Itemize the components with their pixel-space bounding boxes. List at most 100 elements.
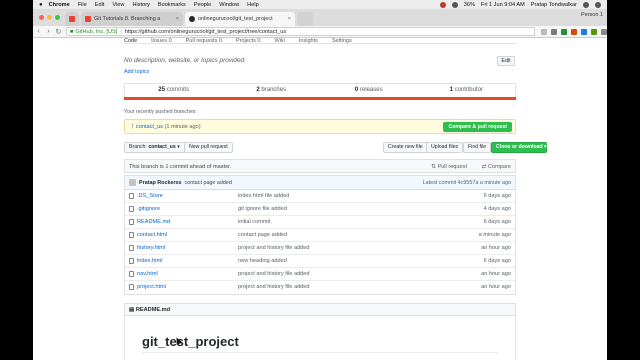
table-row[interactable]: nav.html project and history file added …	[125, 268, 515, 281]
latest-commit-info[interactable]: Latest commit 4c9557a a minute ago	[423, 180, 511, 186]
file-commit-message[interactable]: new heading added	[238, 258, 287, 264]
file-commit-message[interactable]: git ignore file added	[238, 206, 287, 212]
record-icon[interactable]	[439, 1, 446, 8]
apple-icon[interactable]: ●	[39, 2, 43, 8]
extension-icon[interactable]	[581, 28, 588, 35]
clone-download-button[interactable]: Clone or download ▾	[491, 142, 547, 153]
star-icon[interactable]	[541, 28, 548, 35]
file-commit-message[interactable]: project and history file added	[238, 284, 310, 290]
find-file-button[interactable]: Find file	[463, 142, 492, 153]
menu-help[interactable]: Help	[247, 2, 259, 8]
tab-git-tutorials[interactable]: Git Tutorials 8. Branching a ×	[81, 12, 183, 26]
menu-chrome[interactable]: Chrome	[49, 2, 70, 8]
pull-request-link[interactable]: ⇅ Pull request	[431, 164, 467, 170]
clock[interactable]: Fri 1 Jun 9:04 AM	[481, 2, 525, 8]
table-row[interactable]: index.html new heading added 6 days ago	[125, 255, 515, 268]
readme-divider	[142, 352, 498, 353]
file-name[interactable]: .gitignore	[137, 206, 160, 212]
file-name[interactable]: README.md	[137, 219, 170, 225]
table-row[interactable]: history.html project and history file ad…	[125, 242, 515, 255]
more-menu-icon[interactable]	[601, 28, 607, 35]
contributors-link[interactable]: 1 contributor	[418, 84, 516, 97]
battery-label[interactable]: 36%	[464, 2, 475, 8]
url-text[interactable]: https://github.com/onlinegurucool/git_te…	[125, 29, 286, 35]
add-topics-link[interactable]: Add topics	[124, 69, 149, 75]
language-bar[interactable]	[124, 97, 516, 100]
compare-pull-request-button[interactable]: Compare & pull request	[443, 122, 512, 132]
menu-bookmarks[interactable]: Bookmarks	[158, 2, 186, 8]
tab-settings[interactable]: Settings	[332, 38, 352, 44]
file-age: an hour ago	[481, 284, 511, 290]
file-name[interactable]: index.html	[137, 258, 163, 264]
upload-files-button[interactable]: Upload files	[426, 142, 464, 153]
table-row[interactable]: contact.html contact page added a minute…	[125, 229, 515, 242]
pushed-branch-name[interactable]: contact_us	[136, 124, 163, 130]
menu-list-icon[interactable]	[595, 1, 601, 8]
file-age: a minute ago	[478, 232, 511, 238]
commit-author[interactable]: Pratap Rockerss contact page added	[139, 180, 232, 186]
address-bar[interactable]: ■ GitHub, Inc. [US] | https://github.com…	[65, 27, 536, 36]
file-commit-message[interactable]: project and history file added	[238, 271, 310, 277]
menu-view[interactable]: View	[112, 2, 124, 8]
new-tab-button[interactable]	[297, 12, 313, 26]
compare-link[interactable]: ⇄ Compare	[482, 164, 511, 170]
tab-wiki[interactable]: Wiki	[275, 38, 285, 44]
file-icon	[129, 193, 134, 199]
menu-history[interactable]: History	[132, 2, 149, 8]
file-name[interactable]: history.html	[137, 245, 165, 251]
close-window-icon[interactable]	[39, 15, 44, 20]
commit-message[interactable]: contact page added	[185, 180, 232, 186]
reload-icon[interactable]: ↻	[54, 28, 63, 36]
table-row[interactable]: .gitignore git ignore file added 4 days …	[125, 203, 515, 216]
profile-button[interactable]: Person 1	[581, 12, 603, 18]
tab-pinned[interactable]	[65, 12, 79, 26]
menu-people[interactable]: People	[194, 2, 211, 8]
table-row[interactable]: README.md initial commit 6 days ago	[125, 216, 515, 229]
tab-issues[interactable]: Issues 0	[151, 38, 171, 44]
edit-button[interactable]: Edit	[497, 56, 515, 66]
extension-icon[interactable]	[591, 28, 598, 35]
extension-icon[interactable]	[561, 28, 568, 35]
menu-edit[interactable]: Edit	[95, 2, 105, 8]
tab-github[interactable]: onlinegurucool/git_test_project ×	[185, 12, 295, 26]
table-row[interactable]: .DS_Store index html file added 6 days a…	[125, 190, 515, 203]
create-new-file-button[interactable]: Create new file	[383, 142, 428, 153]
user-name[interactable]: Pratap Tondwalkar	[531, 2, 577, 8]
branches-link[interactable]: 2 branches	[223, 84, 321, 97]
file-commit-message[interactable]: initial commit	[238, 219, 270, 225]
tab-label: onlinegurucool/git_test_project	[198, 16, 273, 22]
tab-insights[interactable]: Insights	[299, 38, 318, 44]
search-icon[interactable]	[583, 1, 589, 8]
readme-filename[interactable]: README.md	[136, 307, 170, 313]
file-name[interactable]: project.html	[137, 284, 166, 290]
wifi-icon[interactable]	[451, 1, 458, 8]
commits-link[interactable]: 25 commits	[125, 84, 223, 97]
table-row[interactable]: project.html project and history file ad…	[125, 281, 515, 294]
branch-select[interactable]: Branch: contact_us ▾	[124, 142, 185, 153]
releases-link[interactable]: 0 releases	[320, 84, 418, 97]
tab-pull-requests[interactable]: Pull requests 0	[186, 38, 222, 44]
zoom-window-icon[interactable]	[55, 15, 60, 20]
file-age: 6 days ago	[483, 258, 511, 264]
github-page: Code Issues 0 Pull requests 0 Projects 0…	[33, 38, 607, 360]
new-pull-request-button[interactable]: New pull request	[184, 142, 233, 153]
forward-icon[interactable]: ›	[44, 28, 53, 35]
extension-icon[interactable]	[551, 28, 558, 35]
file-name[interactable]: contact.html	[137, 232, 167, 238]
avatar[interactable]	[129, 179, 136, 186]
file-name[interactable]: nav.html	[137, 271, 158, 277]
back-icon[interactable]: ‹	[34, 28, 43, 35]
menu-file[interactable]: File	[78, 2, 87, 8]
file-commit-message[interactable]: contact page added	[238, 232, 287, 238]
close-tab-icon[interactable]: ×	[284, 16, 291, 22]
close-tab-icon[interactable]: ×	[172, 16, 179, 22]
file-commit-message[interactable]: project and history file added	[238, 245, 310, 251]
tab-code[interactable]: Code	[124, 38, 137, 44]
tab-projects[interactable]: Projects 0	[236, 38, 260, 44]
file-commit-message[interactable]: index html file added	[238, 193, 289, 199]
minimize-window-icon[interactable]	[47, 15, 52, 20]
extension-icon[interactable]	[571, 28, 578, 35]
file-name[interactable]: .DS_Store	[137, 193, 163, 199]
youtube-icon	[85, 16, 91, 22]
menu-window[interactable]: Window	[219, 2, 239, 8]
